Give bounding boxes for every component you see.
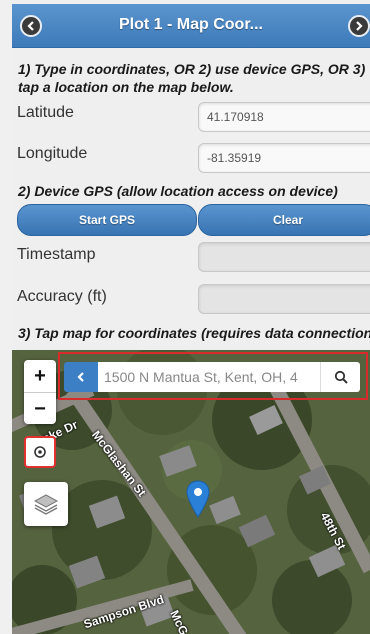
chevron-left-icon bbox=[77, 372, 84, 382]
address-search-bar: 1500 N Mantua St, Kent, OH, 4 bbox=[58, 352, 368, 400]
zoom-in-button[interactable]: + bbox=[24, 360, 56, 392]
app-page: Plot 1 - Map Coor... 1) Type in coordina… bbox=[12, 0, 370, 634]
timestamp-label: Timestamp bbox=[17, 246, 96, 263]
address-search-input[interactable]: 1500 N Mantua St, Kent, OH, 4 bbox=[98, 362, 320, 392]
forward-arrow-icon bbox=[356, 21, 363, 31]
back-arrow-icon bbox=[27, 21, 34, 31]
start-gps-button[interactable]: Start GPS bbox=[17, 204, 197, 236]
latitude-input[interactable]: 41.170918 bbox=[198, 102, 370, 132]
back-button[interactable] bbox=[20, 15, 42, 37]
map-pin-icon[interactable] bbox=[186, 480, 210, 518]
search-icon bbox=[334, 370, 348, 384]
zoom-out-button[interactable]: − bbox=[24, 392, 56, 424]
page-title: Plot 1 - Map Coor... bbox=[118, 16, 263, 33]
accuracy-label: Accuracy (ft) bbox=[17, 288, 107, 305]
instructions-text: 1) Type in coordinates, OR 2) use device… bbox=[18, 61, 366, 95]
layers-icon bbox=[33, 494, 59, 515]
latitude-label: Latitude bbox=[17, 104, 74, 121]
longitude-input[interactable]: -81.35919 bbox=[198, 143, 370, 173]
accuracy-field[interactable] bbox=[198, 284, 370, 314]
longitude-label: Longitude bbox=[17, 145, 88, 162]
header-bar: Plot 1 - Map Coor... bbox=[12, 4, 370, 48]
timestamp-field[interactable] bbox=[198, 242, 370, 272]
locate-icon bbox=[34, 446, 46, 458]
map-section-heading: 3) Tap map for coordinates (requires dat… bbox=[18, 325, 370, 341]
gps-section-heading: 2) Device GPS (allow location access on … bbox=[18, 183, 338, 199]
search-button[interactable] bbox=[320, 362, 360, 392]
forward-button[interactable] bbox=[348, 15, 370, 37]
satellite-map[interactable]: McGlashan St 48th St Sampson Blvd Lake D… bbox=[12, 350, 370, 634]
locate-button[interactable] bbox=[24, 436, 56, 468]
clear-button[interactable]: Clear bbox=[198, 204, 370, 236]
layers-button[interactable] bbox=[24, 482, 68, 526]
search-back-button[interactable] bbox=[64, 362, 98, 392]
zoom-control: + − bbox=[24, 360, 56, 424]
